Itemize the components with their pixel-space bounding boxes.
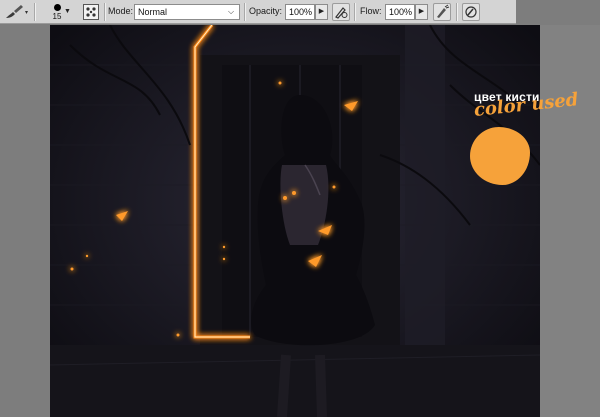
tablet-pressure-size-button[interactable] <box>462 3 480 21</box>
separator <box>34 3 35 21</box>
tool-preset-picker[interactable] <box>2 2 30 22</box>
opacity-pressure-button[interactable] <box>332 3 350 21</box>
brush-tool-icon <box>6 5 28 18</box>
airbrush-button[interactable] <box>433 3 451 21</box>
blend-mode-select[interactable]: Normal ⌵ <box>134 4 240 20</box>
color-swatch <box>470 127 530 185</box>
mode-label: Mode: <box>108 6 134 16</box>
separator <box>354 3 355 21</box>
brushes-panel-icon <box>83 4 99 20</box>
brush-tip-icon <box>53 3 61 11</box>
pen-pressure-size-icon <box>465 6 477 18</box>
opacity-slider-toggle[interactable]: ▶ <box>315 4 328 20</box>
opacity-label: Opacity: <box>249 6 283 16</box>
pen-pressure-icon <box>335 7 348 19</box>
options-bar: 15 ▼ Mode: Normal ⌵ Opacity: 100% ▶ Flow… <box>0 0 516 24</box>
blend-mode-value: Normal <box>138 7 168 17</box>
separator <box>244 3 245 21</box>
airbrush-icon <box>437 4 450 18</box>
flow-field[interactable]: 100% <box>385 4 415 20</box>
flow-label: Flow: <box>360 6 382 16</box>
workspace-background <box>540 25 600 417</box>
chevron-down-icon: ⌵ <box>227 7 235 16</box>
opacity-field[interactable]: 100% <box>285 4 315 20</box>
flow-slider-toggle[interactable]: ▶ <box>415 4 428 20</box>
document-canvas[interactable] <box>50 25 540 417</box>
brush-picker-arrow-icon[interactable]: ▼ <box>64 8 71 15</box>
separator <box>104 3 105 21</box>
brush-size: 15 <box>52 11 62 21</box>
brush-panel-toggle[interactable] <box>80 2 102 22</box>
artwork-illustration <box>50 25 540 417</box>
separator <box>456 3 457 21</box>
workspace-background <box>516 0 600 24</box>
